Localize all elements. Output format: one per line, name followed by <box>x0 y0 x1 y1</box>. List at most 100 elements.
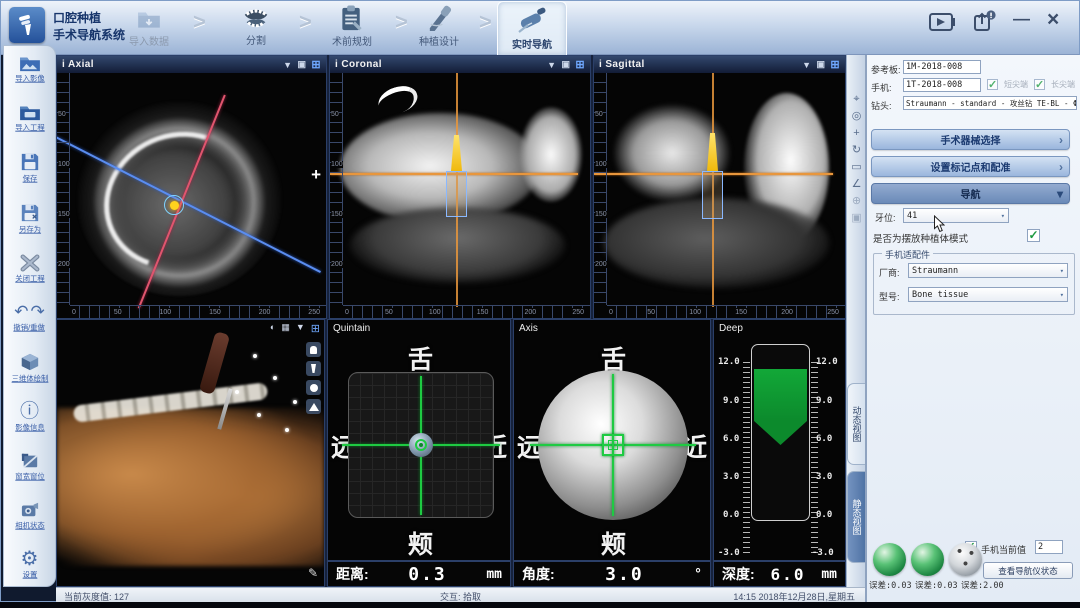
layout-icon[interactable]: ▣ <box>816 59 825 70</box>
close-button[interactable]: × <box>1047 8 1059 32</box>
sidebar-item-label: 另存为 <box>18 224 40 234</box>
dropdown-menu-icon[interactable]: ▼ <box>283 60 292 70</box>
deep-tick-label: 6.0 <box>723 434 739 444</box>
tracking-marker <box>257 413 261 417</box>
export-report-button[interactable] <box>973 10 996 33</box>
pencil-annotate-icon[interactable]: ✎ <box>308 566 318 580</box>
target-tool-icon[interactable]: ⌖ <box>847 91 866 108</box>
handpiece-field[interactable]: 1T-2018-008 <box>903 78 981 92</box>
ruler-tool-icon[interactable]: ▭ <box>847 159 866 176</box>
reference-plate-label: 参考板: <box>871 63 901 76</box>
sidebar-item-window-level[interactable]: 窗宽窗位 <box>4 452 55 482</box>
step-design[interactable]: 种植设计 <box>404 3 474 48</box>
sidebar-item-undo-redo[interactable]: ↶ ↷ 撤销/重做 <box>4 303 55 333</box>
view-navigator-status-button[interactable]: 查看导航仪状态 <box>983 562 1073 579</box>
sidebar-item-label: 导入工程 <box>15 122 44 132</box>
drill-field[interactable]: Straumann - standard - 攻丝钻 TE-BL - Φ3. <box>903 96 1077 110</box>
placement-mode-checkbox[interactable]: ✓ <box>1027 229 1040 242</box>
sidebar-item-import-image[interactable]: 导入影像 <box>4 54 55 84</box>
sidebar-item-save[interactable]: 保存 <box>4 152 55 184</box>
capture-tool-icon[interactable]: ▣ <box>847 210 866 227</box>
sphere-view-icon[interactable]: ◐ <box>270 322 275 335</box>
minimize-button[interactable]: — <box>1013 9 1030 29</box>
rotate-tool-icon[interactable]: ↻ <box>847 142 866 159</box>
sidebar-item-camera-status[interactable]: 相机状态 <box>4 501 55 531</box>
axial-horizontal-ruler: 050 100150 200250 <box>70 305 326 318</box>
sidebar-item-import-project[interactable]: 导入工程 <box>4 103 55 133</box>
expand-icon[interactable]: ⊞ <box>311 322 320 335</box>
viewport-3d[interactable]: ◐ ▦ ▼ ⊞ ✎ <box>56 319 325 587</box>
step-import-data[interactable]: 导入数据 <box>114 3 184 48</box>
pan-tool-icon[interactable]: + <box>847 125 866 142</box>
viewport-sagittal[interactable]: i Sagittal ▼ ▣ ⊞ 50 100 150 <box>593 55 846 319</box>
viewport-deep[interactable]: Deep 12.0 9.0 6.0 3.0 0.0 -3.0 12.0 9.0 … <box>713 319 846 587</box>
expand-icon[interactable]: ⊞ <box>311 58 321 71</box>
markers-registration-button[interactable]: 设置标记点和配准 › <box>871 156 1070 177</box>
step-realtime-nav[interactable]: 实时导航 <box>497 1 567 55</box>
ruler-tick: 50 <box>114 308 122 318</box>
3d-tool-flag-icon[interactable] <box>306 399 321 414</box>
ruler-tick: 200 <box>331 261 343 268</box>
dropdown-menu-icon[interactable]: ▼ <box>802 60 811 70</box>
reference-plate-field[interactable]: 1M-2018-008 <box>903 60 981 74</box>
sidebar-item-image-info[interactable]: ⓘ 影像信息 <box>4 403 55 433</box>
3d-drill-handpiece <box>199 331 231 395</box>
sidebar-item-save-as[interactable]: 另存为 <box>4 203 55 235</box>
implant-bounding-box <box>446 171 467 217</box>
tab-static-view[interactable]: 静态视图 <box>847 471 866 563</box>
step-segment[interactable]: 分割 <box>221 3 291 47</box>
navigation-section-header[interactable]: 导航 ▾ <box>871 183 1070 204</box>
short-tip-checkbox[interactable]: ✓ <box>987 79 998 90</box>
instrument-select-button[interactable]: 手术器械选择 › <box>871 129 1070 150</box>
viewport-coronal[interactable]: i Coronal ▼ ▣ ⊞ 50 100 150 <box>329 55 591 319</box>
zoom-tool-icon[interactable]: ◎ <box>847 108 866 125</box>
3d-view-toolbar: ◐ ▦ ▼ ⊞ <box>270 322 320 335</box>
3d-tool-bone-icon[interactable] <box>306 380 321 395</box>
coronal-image[interactable]: 50 100 150 200 050 100150 200250 <box>330 73 590 318</box>
record-video-button[interactable] <box>929 13 955 31</box>
viewport-axial[interactable]: i Axial ▼ ▣ ⊞ + 50 100 150 <box>56 55 327 319</box>
tooth-position-select[interactable]: 41 ▾ <box>903 208 1009 223</box>
sagittal-image[interactable]: 50 100 150 200 050 100150 200250 <box>594 73 845 318</box>
layout-icon[interactable]: ▣ <box>297 59 306 70</box>
long-tip-checkbox[interactable]: ✓ <box>1034 79 1045 90</box>
viewport-axis[interactable]: Axis 舌 远 近 颊 角度: 3.0 ° <box>513 319 711 587</box>
dropdown-menu-icon[interactable]: ▼ <box>296 322 305 335</box>
sidebar-item-label: 影像信息 <box>15 422 44 432</box>
layers-tool-icon[interactable]: ⊕ <box>847 193 866 210</box>
distance-metric: 距离: 0.3 mm <box>328 560 510 586</box>
ruler-tick: 0 <box>72 308 76 318</box>
3d-tool-implant-icon[interactable] <box>306 361 321 376</box>
tracking-marker <box>273 376 277 380</box>
chevron-separator-icon: > <box>479 9 492 35</box>
sidebar-item-close-project[interactable]: 关闭工程 <box>4 254 55 284</box>
ruler-tick: 250 <box>308 308 320 318</box>
3d-tool-tooth-icon[interactable] <box>306 342 321 357</box>
layout-icon[interactable]: ▣ <box>561 59 570 70</box>
step-plan[interactable]: 术前规划 <box>317 3 387 48</box>
sidebar-item-settings[interactable]: ⚙ 设置 <box>4 550 55 580</box>
expand-icon[interactable]: ⊞ <box>575 58 585 71</box>
viewport-quintain[interactable]: Quintain 舌 远 近 颊 距离: 0.3 mm <box>327 319 511 587</box>
save-as-icon <box>20 203 40 223</box>
angle-tool-icon[interactable]: ∠ <box>847 176 866 193</box>
model-select[interactable]: Bone tissue ▾ <box>908 287 1068 302</box>
vendor-select[interactable]: Straumann ▾ <box>908 263 1068 278</box>
sidebar-item-volume-render[interactable]: 三维体绘制 <box>4 352 55 384</box>
current-value-field[interactable]: 2 <box>1035 540 1063 554</box>
axial-image[interactable]: + 50 100 150 200 050 100150 200250 <box>57 73 326 318</box>
deep-tick-label: 12.0 <box>718 357 740 367</box>
dropdown-menu-icon[interactable]: ▼ <box>547 60 556 70</box>
reference-tracker-status-icon[interactable] <box>873 543 906 576</box>
grid-view-icon[interactable]: ▦ <box>281 322 290 335</box>
registration-status-icon[interactable] <box>949 543 982 576</box>
ruler-tick: 0 <box>345 308 349 318</box>
handpiece-tracker-status-icon[interactable] <box>911 543 944 576</box>
direction-lingual: 舌 <box>408 340 433 376</box>
expand-icon[interactable]: ⊞ <box>830 58 840 71</box>
ruler-tick: 150 <box>477 308 489 318</box>
plus-tool-icon[interactable]: + <box>311 165 321 185</box>
ruler-tick: 100 <box>689 308 701 318</box>
coronal-vertical-ruler: 50 100 150 200 <box>330 73 343 305</box>
tab-dynamic-view[interactable]: 动态视图 <box>847 383 866 465</box>
